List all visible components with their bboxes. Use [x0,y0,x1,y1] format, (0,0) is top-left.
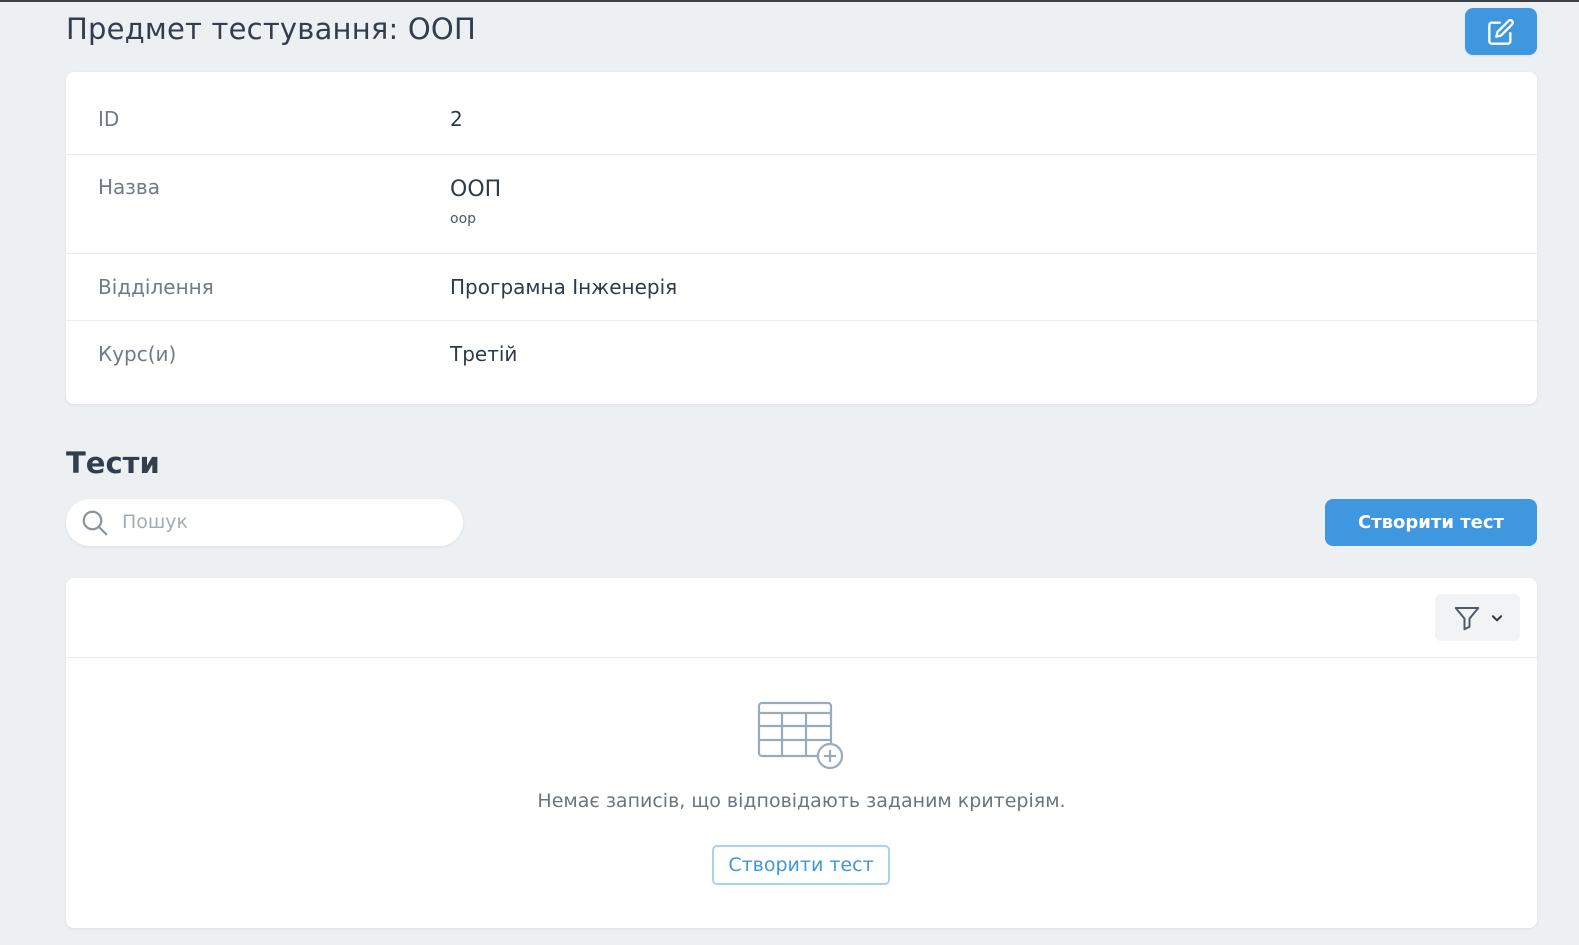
detail-label: Курс(и) [98,342,177,366]
detail-row-id: ID 2 [66,72,1537,155]
empty-create-test-button[interactable]: Створити тест [712,845,890,885]
edit-icon [1488,18,1514,45]
page-title: Предмет тестування: ООП [66,12,476,46]
detail-value: Третій [450,342,518,366]
table-toolbar [66,578,1537,658]
window-top-border [0,0,1579,2]
tests-section-title: Тести [66,446,160,480]
empty-state-message: Немає записів, що відповідають заданим к… [537,790,1066,812]
tests-table-card: Немає записів, що відповідають заданим к… [66,578,1537,928]
detail-label: ID [98,107,120,131]
detail-subvalue: oop [450,211,477,227]
create-test-button[interactable]: Створити тест [1325,499,1537,546]
filter-icon [1454,606,1479,630]
search-box [66,499,463,546]
chevron-down-icon [1491,614,1502,621]
detail-row-department: Відділення Програмна Інженерія [66,254,1537,321]
subject-details-card: ID 2 Назва ООП oop Відділення Програмна … [66,72,1537,404]
table-add-icon [757,701,844,770]
filter-dropdown-button[interactable] [1435,594,1520,641]
search-icon [82,510,108,536]
detail-value: Програмна Інженерія [450,275,678,299]
detail-row-name: Назва ООП oop [66,155,1537,254]
edit-button[interactable] [1465,8,1537,55]
detail-label: Назва [98,175,160,199]
detail-value: 2 [450,107,463,131]
search-input[interactable] [122,507,442,537]
detail-row-course: Курс(и) Третій [66,321,1537,404]
detail-value: ООП [450,177,502,202]
detail-label: Відділення [98,275,214,299]
